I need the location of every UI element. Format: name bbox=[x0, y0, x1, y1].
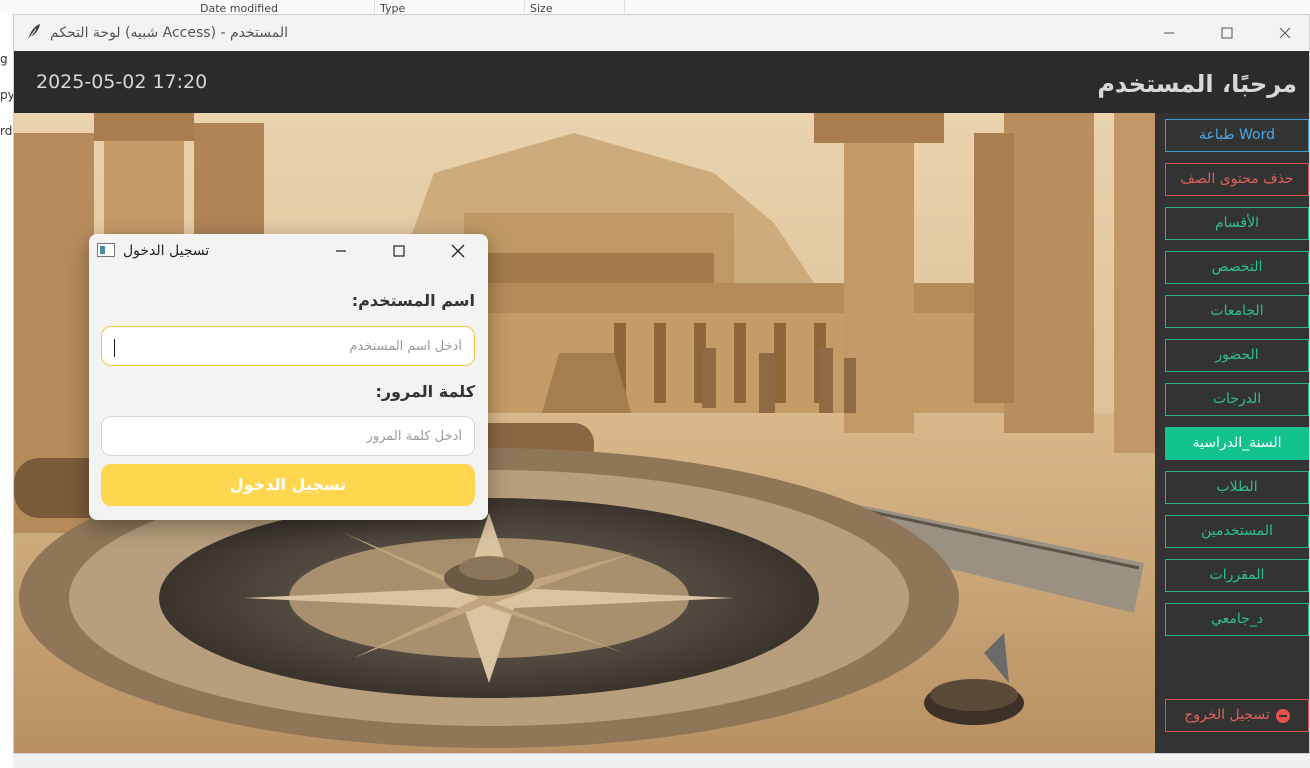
dialog-title-bar[interactable]: تسجيل الدخول bbox=[89, 234, 488, 268]
minus-circle-icon bbox=[1275, 708, 1290, 723]
text-caret bbox=[114, 339, 115, 357]
dialog-close-button[interactable] bbox=[429, 234, 487, 268]
sidebar: Word طباعة حذف محتوى الصف الأقسام التخصص… bbox=[1155, 113, 1309, 753]
sidebar-item-specialization[interactable]: التخصص bbox=[1165, 251, 1309, 284]
sidebar-item-print-word[interactable]: Word طباعة bbox=[1165, 119, 1309, 152]
dialog-maximize-button[interactable] bbox=[370, 234, 428, 268]
minimize-button[interactable] bbox=[1140, 15, 1198, 51]
welcome-heading: مرحبًا، المستخدم bbox=[1097, 70, 1297, 98]
background-fragment: rd bbox=[0, 124, 13, 138]
close-icon bbox=[451, 244, 465, 258]
maximize-button[interactable] bbox=[1198, 15, 1256, 51]
minimize-icon bbox=[336, 250, 346, 252]
feather-icon bbox=[27, 24, 40, 41]
password-input[interactable] bbox=[101, 416, 475, 456]
sidebar-item-delete-row[interactable]: حذف محتوى الصف bbox=[1165, 163, 1309, 196]
username-label: اسم المستخدم: bbox=[351, 291, 475, 310]
dialog-minimize-button[interactable] bbox=[312, 234, 370, 268]
column-size: Size bbox=[530, 0, 625, 14]
column-type: Type bbox=[380, 0, 525, 14]
background-fragment: g bbox=[0, 52, 8, 66]
background-window-header: Date modified Type Size bbox=[0, 0, 1310, 15]
app-window-icon bbox=[97, 243, 115, 257]
sidebar-item-grades[interactable]: الدرجات bbox=[1165, 383, 1309, 416]
column-date-modified: Date modified bbox=[200, 0, 375, 14]
sidebar-item-courses[interactable]: المقررات bbox=[1165, 559, 1309, 592]
sidebar-item-attendance[interactable]: الحضور bbox=[1165, 339, 1309, 372]
sidebar-item-users[interactable]: المستخدمين bbox=[1165, 515, 1309, 548]
login-submit-button[interactable]: تسجيل الدخول bbox=[101, 464, 475, 506]
logout-button[interactable]: تسجيل الخروج bbox=[1165, 699, 1309, 732]
sidebar-item-professor[interactable]: د_جامعي bbox=[1165, 603, 1309, 636]
background-window-side: g py rd bbox=[0, 14, 15, 768]
sidebar-item-students[interactable]: الطلاب bbox=[1165, 471, 1309, 504]
window-title: المستخدم - (Access شبيه) لوحة التحكم bbox=[50, 25, 288, 41]
maximize-icon bbox=[393, 245, 405, 257]
sidebar-item-universities[interactable]: الجامعات bbox=[1165, 295, 1309, 328]
title-bar[interactable]: المستخدم - (Access شبيه) لوحة التحكم bbox=[14, 15, 1309, 51]
maximize-icon bbox=[1221, 27, 1233, 39]
sidebar-item-academic-year[interactable]: السنة_الدراسية bbox=[1165, 427, 1309, 460]
minimize-icon bbox=[1164, 32, 1174, 34]
close-icon bbox=[1279, 27, 1291, 39]
close-button[interactable] bbox=[1256, 15, 1309, 51]
login-dialog: تسجيل الدخول اسم المستخدم: كلمة المرور: … bbox=[89, 234, 488, 520]
sidebar-item-departments[interactable]: الأقسام bbox=[1165, 207, 1309, 240]
username-input[interactable] bbox=[101, 326, 475, 366]
datetime-label: 2025-05-02 17:20 bbox=[36, 71, 208, 93]
logout-label: تسجيل الخروج bbox=[1184, 707, 1270, 723]
dialog-title: تسجيل الدخول bbox=[123, 243, 210, 259]
password-label: كلمة المرور: bbox=[375, 382, 475, 401]
header-bar: 2025-05-02 17:20 مرحبًا، المستخدم bbox=[14, 51, 1309, 113]
